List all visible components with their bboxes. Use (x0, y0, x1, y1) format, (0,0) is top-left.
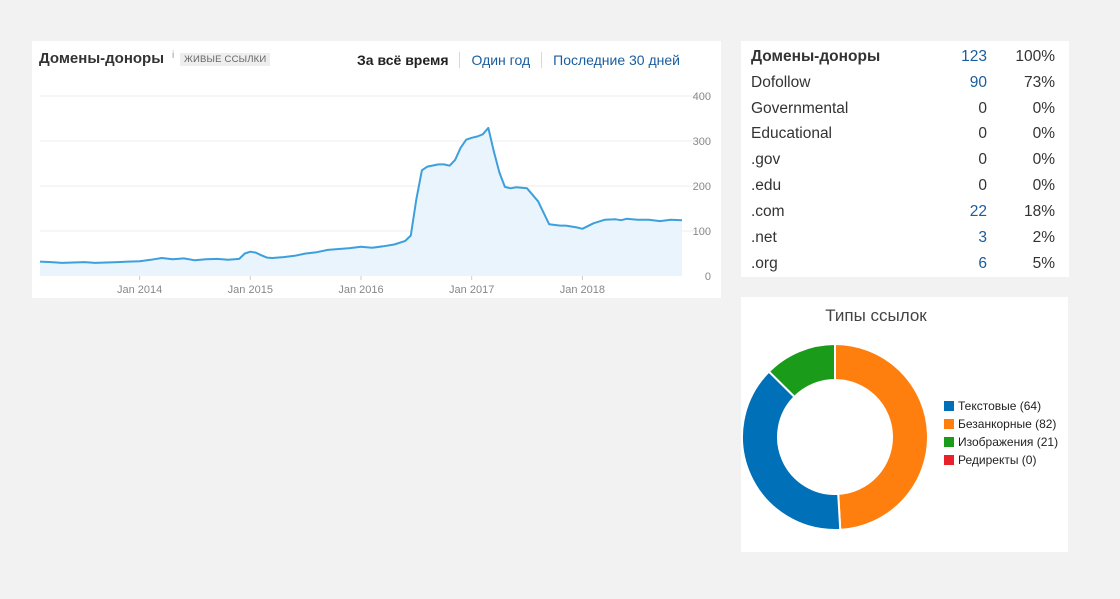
tab-last-30-days[interactable]: Последние 30 дней (542, 52, 691, 68)
stat-count-link[interactable]: 90 (970, 74, 987, 92)
stat-count-link[interactable]: 6 (978, 255, 987, 273)
stat-percent: 0% (1032, 151, 1055, 168)
stats-row-edu: .edu 0 0% (751, 177, 1055, 203)
stat-count: 0 (978, 151, 987, 168)
legend-swatch (944, 437, 954, 447)
legend-item-text[interactable]: Текстовые (64) (944, 397, 1058, 415)
stat-label: Dofollow (751, 74, 811, 91)
donut-slice[interactable] (741, 370, 842, 531)
donut-slice[interactable] (834, 342, 929, 531)
tab-one-year[interactable]: Один год (460, 52, 541, 68)
time-range-tabs: За всё время Один год Последние 30 дней (346, 52, 691, 68)
legend-label: Изображения (21) (958, 435, 1059, 449)
stat-label: Educational (751, 125, 833, 142)
stat-label: .gov (751, 151, 781, 168)
chart-title: Домены-доноры (39, 50, 165, 67)
stats-row-gov: .gov 0 0% (751, 151, 1055, 177)
area-chart: 400 300 200 100 0 Jan 2014 Jan 2015 Jan 2016 Jan… (39, 91, 711, 296)
legend-swatch (944, 455, 954, 465)
stats-row-dofollow: Dofollow 90 73% (751, 74, 1055, 100)
stat-label: Домены-доноры (751, 48, 881, 65)
stat-percent: 0% (1032, 100, 1055, 117)
stats-row-net: .net 3 2% (751, 229, 1055, 255)
tab-all-time[interactable]: За всё время (346, 52, 459, 68)
stats-row-referring-domains: Домены-доноры 123 100% (751, 48, 1055, 74)
stat-percent: 18% (1023, 203, 1055, 220)
stat-count: 0 (978, 125, 987, 142)
y-tick-label: 300 (693, 136, 711, 148)
y-tick-label: 0 (705, 271, 711, 283)
stats-row-educational: Educational 0 0% (751, 125, 1055, 151)
stat-label: .net (751, 229, 777, 246)
referring-domains-stats-table: Домены-доноры 123 100% Dofollow 90 73% G… (741, 41, 1069, 277)
link-types-chart-panel: Типы ссылок Текстовые (64) Безанкорные (… (741, 297, 1068, 552)
y-tick-label: 100 (693, 226, 711, 238)
live-links-badge: ЖИВЫЕ ССЫЛКИ (180, 53, 271, 66)
y-tick-label: 200 (693, 181, 711, 193)
stats-row-org: .org 6 5% (751, 255, 1055, 281)
stat-label: .com (751, 203, 785, 220)
x-tick-label: Jan 2014 (117, 284, 162, 296)
legend-swatch (944, 419, 954, 429)
stat-percent: 100% (1015, 48, 1055, 65)
legend-swatch (944, 401, 954, 411)
x-tick-label: Jan 2018 (560, 284, 605, 296)
stat-count: 0 (978, 177, 987, 194)
legend-label: Текстовые (64) (958, 399, 1042, 413)
stat-count-link[interactable]: 123 (961, 48, 987, 66)
donut-chart (741, 342, 929, 531)
legend-item-redirects[interactable]: Редиректы (0) (944, 451, 1058, 469)
x-tick-label: Jan 2017 (449, 284, 494, 296)
series-area (40, 127, 682, 277)
stat-percent: 0% (1032, 177, 1055, 194)
stat-percent: 73% (1023, 74, 1055, 91)
stat-label: Governmental (751, 100, 849, 117)
stat-percent: 0% (1032, 125, 1055, 142)
legend-label: Безанкорные (82) (958, 417, 1057, 431)
stats-row-com: .com 22 18% (751, 203, 1055, 229)
stat-label: .org (751, 255, 778, 272)
donut-legend: Текстовые (64) Безанкорные (82) Изображе… (944, 397, 1058, 469)
legend-item-images[interactable]: Изображения (21) (944, 433, 1058, 451)
referring-domains-chart-panel: 400 300 200 100 0 Jan 2014 Jan 2015 Jan 2016 Jan… (32, 41, 721, 298)
stat-count-link[interactable]: 3 (978, 229, 987, 247)
info-icon[interactable]: i (172, 50, 174, 61)
legend-item-no-anchor[interactable]: Безанкорные (82) (944, 415, 1058, 433)
stat-label: .edu (751, 177, 782, 194)
stat-percent: 2% (1032, 229, 1055, 246)
x-tick-label: Jan 2015 (228, 284, 273, 296)
stats-row-governmental: Governmental 0 0% (751, 100, 1055, 126)
y-tick-label: 400 (693, 91, 711, 103)
stat-percent: 5% (1032, 255, 1055, 272)
x-tick-label: Jan 2016 (338, 284, 383, 296)
stat-count-link[interactable]: 22 (970, 203, 987, 221)
legend-label: Редиректы (0) (958, 453, 1037, 467)
stat-count: 0 (978, 100, 987, 117)
